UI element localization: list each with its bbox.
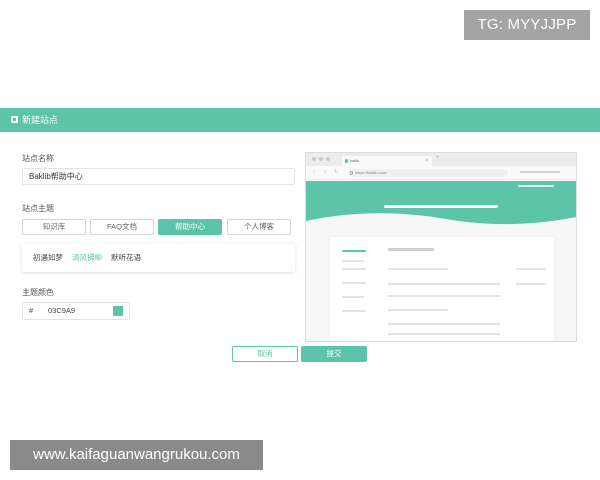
content-line-placeholder	[388, 309, 448, 311]
sidebar-placeholder	[342, 296, 364, 298]
side-panel-placeholder	[516, 268, 546, 270]
site-theme-label: 站点主题	[22, 204, 54, 213]
window-dot-icon	[312, 157, 316, 161]
window-dot-icon	[319, 157, 323, 161]
lock-icon	[350, 171, 353, 175]
dialog-header: 新建站点	[0, 108, 600, 132]
theme-option-personal-blog[interactable]: 个人博客	[227, 219, 291, 235]
theme-color-input[interactable]: # 03C9A9	[22, 302, 130, 320]
preview-tab-title: baklib	[350, 159, 360, 163]
hero-title-placeholder	[384, 205, 498, 208]
close-icon: ×	[425, 158, 428, 164]
theme-option-faq[interactable]: FAQ文档	[90, 219, 154, 235]
site-preview: baklib × + ‹ › ↻ https://baklib.com/	[305, 152, 577, 342]
theme-color-label: 主题颜色	[22, 288, 54, 297]
cancel-button[interactable]: 取消	[232, 346, 298, 362]
color-swatch[interactable]	[113, 306, 123, 316]
dialog-title: 新建站点	[22, 115, 59, 125]
location-pin-icon	[345, 159, 348, 163]
site-name-input[interactable]: Baklib帮助中心	[22, 168, 295, 185]
preview-url: https://baklib.com/	[348, 169, 508, 177]
preview-titlebar: baklib × +	[306, 153, 576, 166]
content-line-placeholder	[388, 333, 500, 335]
side-panel-placeholder	[516, 283, 546, 285]
content-line-placeholder	[388, 295, 500, 297]
tg-badge: TG: MYYJJPP	[464, 10, 590, 40]
hash-symbol: #	[29, 306, 34, 315]
content-line-placeholder	[388, 268, 448, 270]
sidebar-placeholder	[342, 250, 366, 252]
toolbar-placeholder	[520, 171, 560, 173]
color-hex-value: 03C9A9	[48, 306, 76, 315]
theme-option-help-center[interactable]: 帮助中心	[158, 219, 222, 235]
content-heading-placeholder	[388, 248, 434, 251]
sidebar-placeholder	[342, 268, 366, 270]
content-line-placeholder	[388, 323, 500, 325]
theme-variant-panel: 初遇如梦 清风拂柳 默听花语	[22, 244, 295, 272]
theme-variant-chuyu[interactable]: 初遇如梦	[33, 244, 63, 272]
preview-address-bar: ‹ › ↻ https://baklib.com/	[306, 166, 576, 180]
reload-icon: ↻	[334, 169, 339, 175]
theme-variant-moting[interactable]: 默听花语	[111, 244, 141, 272]
hero-wave	[306, 213, 576, 227]
content-line-placeholder	[388, 283, 500, 285]
sidebar-placeholder	[342, 260, 364, 262]
forward-icon: ›	[324, 169, 326, 175]
submit-button[interactable]: 提交	[301, 346, 367, 362]
new-tab-icon: +	[436, 155, 440, 161]
theme-option-knowledge-base[interactable]: 知识库	[22, 219, 86, 235]
preview-tab: baklib ×	[342, 156, 432, 166]
preview-hero	[306, 181, 576, 227]
watermark-url: www.kaifaguanwangrukou.com	[10, 440, 263, 470]
dialog-icon	[11, 116, 18, 123]
sidebar-placeholder	[342, 282, 366, 284]
preview-content-card	[330, 237, 554, 341]
hero-nav-placeholder	[518, 185, 554, 187]
preview-url-text: https://baklib.com/	[355, 170, 388, 175]
window-dot-icon	[326, 157, 330, 161]
theme-variant-qingfeng[interactable]: 清风拂柳	[72, 244, 102, 272]
back-icon: ‹	[313, 169, 315, 175]
site-name-label: 站点名称	[22, 154, 54, 163]
sidebar-placeholder	[342, 310, 366, 312]
